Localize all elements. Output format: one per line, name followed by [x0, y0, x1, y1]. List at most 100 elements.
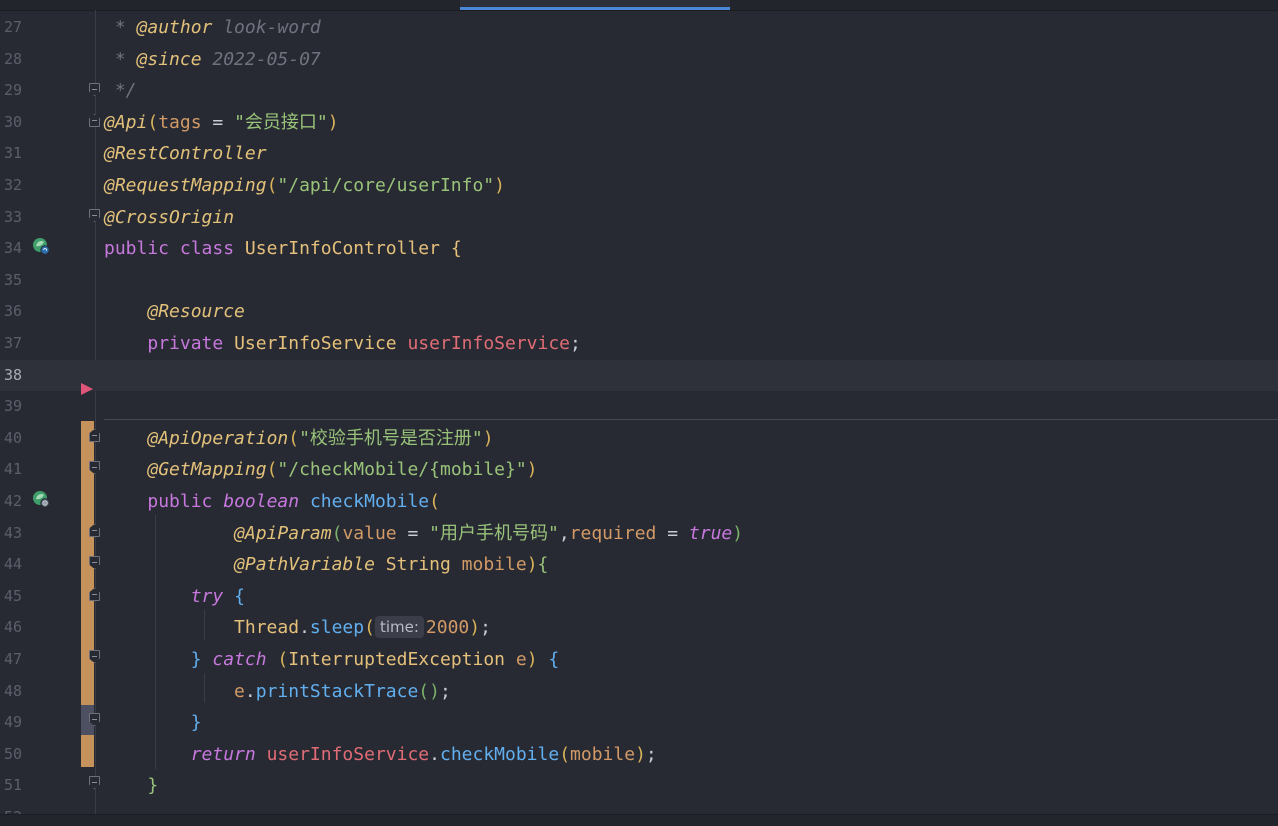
code-token: } [190, 712, 202, 734]
line-number[interactable]: 27 [0, 12, 22, 43]
code-token: { [537, 554, 549, 576]
line-number[interactable]: 49 [0, 707, 22, 738]
code-editor[interactable]: 27 * @author look-word 28 * @since 2022-0… [0, 0, 1278, 826]
code-token: @CrossOrigin [104, 206, 235, 228]
code-text[interactable]: } [104, 770, 158, 801]
line-number[interactable]: 42 [0, 486, 22, 517]
code-line[interactable]: 35 [0, 265, 1278, 296]
code-token: "/api/core/userInfo" [277, 175, 495, 196]
code-line[interactable]: 29 */ [0, 75, 1278, 106]
code-line[interactable]: 33 @CrossOrigin [0, 202, 1278, 233]
tab-active-file[interactable] [460, 0, 730, 10]
code-line[interactable]: 46 Thread.sleep(time: 2000); [0, 612, 1278, 643]
code-line[interactable]: 36 @Resource [0, 296, 1278, 327]
line-number[interactable]: 30 [0, 107, 22, 138]
code-token: { [548, 649, 560, 670]
line-number[interactable]: 41 [0, 454, 22, 485]
code-token: ; [645, 743, 657, 765]
code-line[interactable]: 39 [0, 391, 1278, 422]
code-text[interactable]: public boolean checkMobile( [104, 486, 440, 517]
code-line[interactable]: 42 public boolean checkMobile( [0, 486, 1278, 517]
code-text[interactable]: @ApiParam(value = "用户手机号码",required = tr… [104, 518, 743, 549]
code-line[interactable]: 47 } catch (InterruptedException e) { [0, 644, 1278, 675]
code-text[interactable]: * @since 2022-05-07 [104, 44, 321, 75]
line-number[interactable]: 32 [0, 170, 22, 201]
code-text[interactable]: private UserInfoService userInfoService; [104, 328, 581, 359]
code-line[interactable]: 28 * @since 2022-05-07 [0, 44, 1278, 75]
code-text[interactable]: } catch (InterruptedException e) { [104, 644, 560, 675]
code-line[interactable]: 48 e.printStackTrace(); [0, 676, 1278, 707]
line-number[interactable]: 36 [0, 296, 22, 327]
line-number[interactable]: 38 [0, 360, 22, 391]
line-number[interactable]: 43 [0, 518, 22, 549]
code-token: ) [327, 111, 339, 133]
code-line[interactable]: 40 @ApiOperation("校验手机号是否注册") [0, 423, 1278, 454]
code-text[interactable]: */ [104, 75, 137, 106]
code-text[interactable]: @PathVariable String mobile){ [104, 549, 548, 580]
line-number[interactable]: 37 [0, 328, 22, 359]
code-text[interactable]: @CrossOrigin [104, 202, 234, 233]
code-line[interactable]: 44 @PathVariable String mobile){ [0, 549, 1278, 580]
code-line[interactable]: 31 @RestController [0, 138, 1278, 169]
code-line[interactable]: 37 private UserInfoService userInfoServi… [0, 328, 1278, 359]
line-number[interactable]: 47 [0, 644, 22, 675]
line-number[interactable]: 46 [0, 612, 22, 643]
code-token: * [104, 17, 137, 38]
line-number[interactable]: 39 [0, 391, 22, 422]
line-number[interactable]: 44 [0, 549, 22, 580]
code-line[interactable]: 38 [0, 359, 1278, 391]
line-number[interactable]: 40 [0, 423, 22, 454]
code-text[interactable]: return userInfoService.checkMobile(mobil… [104, 739, 657, 770]
code-text[interactable]: @Resource [104, 296, 245, 327]
spring-bean-run-icon[interactable] [32, 237, 50, 255]
code-token: ) [526, 459, 538, 481]
line-number[interactable]: 28 [0, 44, 22, 75]
line-number[interactable]: 50 [0, 739, 22, 770]
code-line[interactable]: 30 @Api(tags = "会员接口") [0, 107, 1278, 138]
code-text[interactable]: @Api(tags = "会员接口") [104, 107, 339, 138]
code-token: ( [266, 459, 278, 481]
code-text[interactable]: try { [104, 581, 245, 612]
line-number[interactable]: 35 [0, 265, 22, 296]
code-line[interactable]: 43 @ApiParam(value = "用户手机号码",required =… [0, 518, 1278, 549]
code-token: catch [212, 649, 267, 670]
code-text[interactable]: } [104, 707, 202, 738]
code-token: ; [480, 617, 491, 639]
code-line[interactable]: 32 @RequestMapping("/api/core/userInfo") [0, 170, 1278, 201]
line-number[interactable]: 31 [0, 138, 22, 169]
code-line[interactable]: 27 * @author look-word [0, 12, 1278, 43]
line-number[interactable]: 45 [0, 581, 22, 612]
code-text[interactable]: Thread.sleep(time: 2000); [104, 612, 491, 643]
code-line[interactable]: 49 } [0, 707, 1278, 738]
code-token: @PathVariable [234, 554, 375, 576]
code-token: userInfoService [266, 743, 430, 765]
code-text[interactable]: @GetMapping("/checkMobile/{mobile}") [104, 454, 538, 485]
code-line[interactable]: 45 try { [0, 581, 1278, 612]
code-line[interactable]: 34 public class UserInfoController { [0, 233, 1278, 264]
line-number[interactable]: 51 [0, 770, 22, 801]
code-text[interactable]: public class UserInfoController { [104, 233, 462, 264]
code-token: Thread [234, 617, 300, 639]
line-number[interactable]: 48 [0, 676, 22, 707]
editor-bottom-strip [0, 814, 1278, 826]
code-text[interactable]: @RequestMapping("/api/core/userInfo") [104, 170, 505, 201]
code-text[interactable]: @RestController [104, 138, 267, 169]
code-line[interactable]: 51 } [0, 770, 1278, 801]
line-number[interactable]: 33 [0, 202, 22, 233]
line-number[interactable]: 29 [0, 75, 22, 106]
code-text[interactable]: @ApiOperation("校验手机号是否注册") [104, 423, 493, 454]
code-line[interactable]: 41 @GetMapping("/checkMobile/{mobile}") [0, 454, 1278, 485]
code-text[interactable]: * @author look-word [104, 12, 321, 43]
line-number[interactable]: 34 [0, 233, 22, 264]
code-token: public [147, 491, 213, 512]
spring-bean-run-icon[interactable] [32, 490, 50, 508]
code-text[interactable]: e.printStackTrace(); [104, 676, 451, 707]
code-line[interactable]: 50 return userInfoService.checkMobile(mo… [0, 739, 1278, 770]
